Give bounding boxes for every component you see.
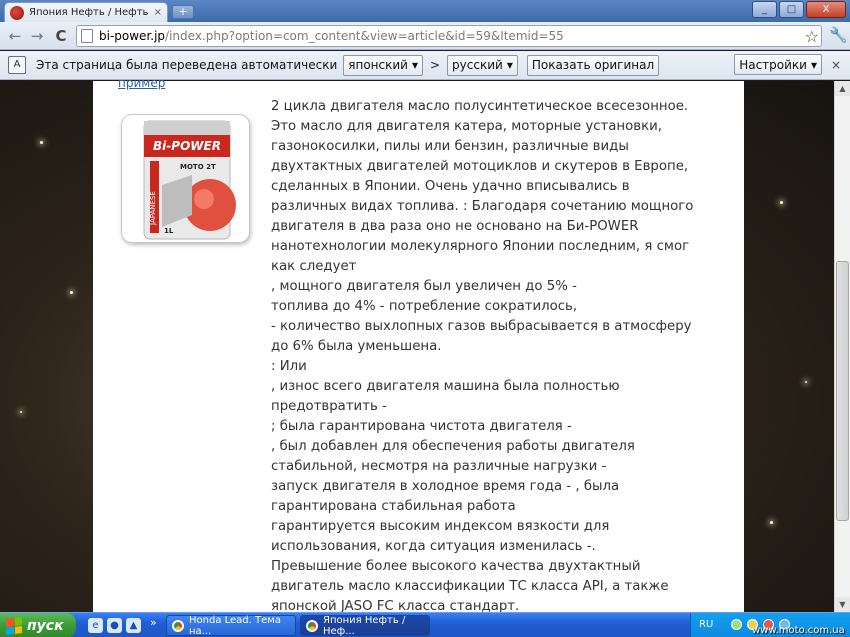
product-volume: 1L — [164, 227, 174, 235]
article-line: : Или — [271, 359, 307, 374]
tab-close-icon[interactable]: × — [154, 7, 162, 18]
chrome-icon — [172, 619, 184, 632]
article-body: 2 цикла двигателя масло полусинтетическо… — [271, 97, 694, 617]
page-icon — [81, 29, 93, 43]
article-line: Это масло для двигателя катера, моторные… — [271, 119, 662, 134]
article-line: двигателя в два раза оно не основано на … — [271, 219, 639, 234]
article-line: гарантирована стабильная работа — [271, 499, 516, 514]
tab-title: Япония Нефть / Нефть Япон — [29, 7, 149, 18]
oil-can-illustration: Bi-POWER MOTO 2T JAPANESE 1L — [143, 120, 236, 240]
article-line: Превышение более высокого качества двухт… — [271, 559, 641, 574]
background-sparkle — [770, 521, 773, 524]
translate-icon: A — [8, 56, 26, 74]
product-image: Bi-POWER MOTO 2T JAPANESE 1L — [121, 114, 250, 243]
vertical-scrollbar[interactable]: ▲ ▼ — [834, 81, 850, 612]
close-window-button[interactable]: X — [806, 1, 846, 18]
article-line: двухтактных двигателей мотоциклов и скут… — [271, 159, 689, 174]
tray-icon[interactable] — [731, 619, 742, 630]
article-line: сделанных в Японии. Очень удачно вписыва… — [271, 179, 630, 194]
chrome-icon — [306, 619, 318, 632]
article-line: как следует — [271, 259, 357, 274]
article-line: до 6% была уменьшена. — [271, 339, 442, 354]
minimize-button[interactable]: _ — [752, 1, 777, 18]
url-path: /index.php?option=com_content&view=artic… — [165, 29, 564, 43]
browser-tab[interactable]: Япония Нефть / Нефть Япон × — [4, 2, 168, 22]
background-sparkle — [70, 291, 73, 294]
article-line: гарантируется высоким индексом вязкости … — [271, 519, 610, 534]
article-line: - количество выхлопных газов выбрасывает… — [271, 319, 692, 334]
article-line: , был добавлен для обеспечения работы дв… — [271, 439, 635, 454]
start-label: пуск — [27, 617, 64, 634]
window-controls: _ □ X — [752, 1, 846, 18]
background-sparkle — [805, 381, 807, 383]
example-link[interactable]: пример — [118, 76, 165, 90]
chevron-down-icon: ▾ — [810, 57, 817, 72]
scroll-down-icon[interactable]: ▼ — [835, 597, 850, 612]
url-domain: bi-power.jp — [99, 29, 166, 43]
watermark-text: www.moto.com.ua — [752, 625, 845, 636]
article-line: различных видах топлива. : Благодаря соч… — [271, 199, 694, 214]
site-favicon-icon — [10, 5, 24, 20]
forward-icon[interactable]: → — [28, 27, 46, 45]
settings-label: Настройки — [739, 57, 807, 72]
article-line: топлива до 4% - потребление сократилось, — [271, 299, 578, 314]
translate-settings-button[interactable]: Настройки ▾ — [734, 54, 822, 75]
taskbar: пуск e ● ▲ » Honda Lead. Тема на... Япон… — [0, 612, 850, 637]
taskbar-item-label: Япония Нефть / Неф... — [323, 614, 406, 637]
new-tab-button[interactable]: + — [172, 5, 194, 19]
back-icon[interactable]: ← — [6, 27, 24, 45]
explorer-quicklaunch-icon[interactable]: ▲ — [126, 618, 141, 633]
article-line: использования, когда ситуация изменилась… — [271, 539, 596, 554]
start-button[interactable]: пуск — [0, 613, 76, 637]
article-line: газонокосилки, пилы или бензин, различны… — [271, 139, 629, 154]
language-arrow: > — [429, 58, 441, 72]
wrench-menu-icon[interactable]: 🔧 — [829, 26, 848, 44]
taskbar-item[interactable]: Honda Lead. Тема на... — [166, 614, 296, 637]
taskbar-item-label: Honda Lead. Тема на... — [189, 614, 281, 637]
chevron-down-icon: ▾ — [506, 58, 513, 72]
windows-logo-icon — [6, 616, 22, 635]
language-indicator[interactable]: RU — [699, 619, 713, 630]
article-line: нанотехнологии молекулярного Японии посл… — [271, 239, 690, 254]
target-language-select[interactable]: русский ▾ — [447, 54, 518, 76]
ie-quicklaunch-icon[interactable]: e — [88, 618, 103, 633]
article-line: , износ всего двигателя машина была полн… — [271, 379, 620, 394]
background-sparkle — [40, 141, 43, 144]
bookmark-star-icon[interactable]: ☆ — [805, 27, 819, 46]
source-language-value: японский — [348, 58, 408, 72]
media-quicklaunch-icon[interactable]: ● — [107, 618, 122, 633]
scroll-thumb[interactable] — [836, 261, 849, 521]
product-brand: Bi-POWER — [153, 139, 221, 153]
target-language-value: русский — [452, 58, 503, 72]
article-line: предотвратить - — [271, 399, 387, 414]
article-line: двигатель масло классификации ТС класса … — [271, 579, 669, 594]
product-side-text: JAPANESE — [149, 191, 157, 226]
scroll-up-icon[interactable]: ▲ — [835, 81, 850, 96]
source-language-select[interactable]: японский ▾ — [343, 54, 423, 76]
article-line: стабильной, несмотря на различные нагруз… — [271, 459, 607, 474]
close-infobar-icon[interactable]: × — [831, 58, 841, 72]
product-line: MOTO 2T — [180, 163, 216, 171]
title-bar: Япония Нефть / Нефть Япон × + _ □ X — [0, 0, 850, 22]
address-bar[interactable]: bi-power.jp /index.php?option=com_conten… — [76, 25, 822, 47]
chevron-down-icon: ▾ — [411, 58, 418, 72]
taskbar-item-active[interactable]: Япония Нефть / Неф... — [300, 614, 430, 637]
maximize-button[interactable]: □ — [779, 1, 804, 18]
article-line: запуск двигателя в холодное время года -… — [271, 479, 620, 494]
browser-toolbar: ← → C bi-power.jp /index.php?option=com_… — [0, 22, 850, 50]
background-sparkle — [780, 201, 783, 204]
quicklaunch-more-icon[interactable]: » — [150, 616, 157, 629]
show-original-button[interactable]: Показать оригинал — [526, 54, 660, 76]
translate-message: Эта страница была переведена автоматичес… — [36, 58, 338, 72]
reload-icon[interactable]: C — [52, 27, 70, 45]
background-sparkle — [20, 411, 22, 413]
article-line: 2 цикла двигателя масло полусинтетическо… — [271, 99, 689, 114]
article-line: ; была гарантирована чистота двигателя - — [271, 419, 572, 434]
article-line: , мощного двигателя был увеличен до 5% - — [271, 279, 577, 294]
